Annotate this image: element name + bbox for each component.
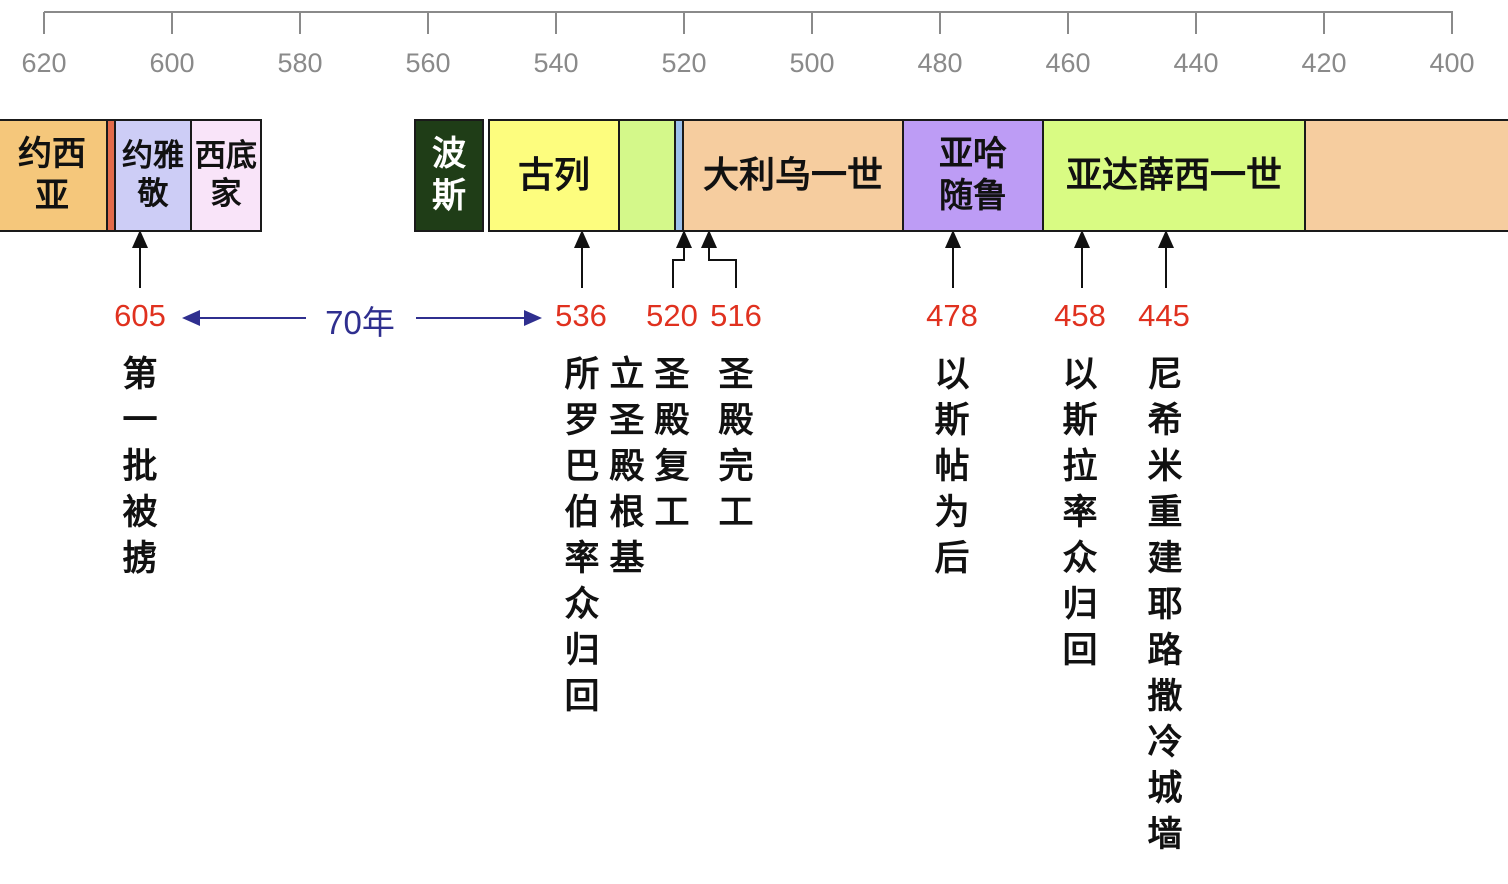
tick-label-580: 580 xyxy=(277,48,323,78)
arrow-520 xyxy=(672,230,692,288)
block-xerxes: 亚哈 随鲁 xyxy=(902,119,1044,232)
block-zedekiah: 西底家 xyxy=(190,119,262,232)
tick-label-480: 480 xyxy=(917,48,963,78)
year-445: 445 xyxy=(1138,298,1190,333)
block-green-gap xyxy=(618,119,676,232)
year-605: 605 xyxy=(114,298,166,333)
block-persia: 波斯 xyxy=(414,119,484,232)
event-nehemiah-wall: 尼希米重建耶路撒冷城墙 xyxy=(1147,355,1183,855)
block-jehoiakim: 约雅敬 xyxy=(114,119,192,232)
block-cyrus-label: 古列 xyxy=(517,154,590,196)
block-josiah-line-2: 亚 xyxy=(35,175,69,216)
block-xerxes-line-2: 随鲁 xyxy=(939,175,1007,216)
year-458: 458 xyxy=(1054,298,1106,333)
block-jehoiakim-line-1: 约雅 xyxy=(122,137,184,174)
tick-label-440: 440 xyxy=(1173,48,1219,78)
block-persia-line-2: 斯 xyxy=(432,175,466,216)
year-516: 516 xyxy=(710,298,762,333)
event-ezra-return: 以斯拉率众归回 xyxy=(1062,355,1098,671)
tick-label-400: 400 xyxy=(1429,48,1475,78)
tick-label-540: 540 xyxy=(533,48,579,78)
event-temple-work-resumed: 圣殿复工 xyxy=(654,355,690,533)
tick-label-420: 420 xyxy=(1301,48,1347,78)
event-first-exile: 第一批被掳 xyxy=(122,355,158,579)
timeline-diagram: 620 600 580 560 540 520 500 480 460 440 … xyxy=(0,0,1508,884)
event-zerubbabel-return: 所罗巴伯率众归回 xyxy=(564,355,600,717)
tick-label-500: 500 xyxy=(789,48,835,78)
block-zedekiah-line-2: 家 xyxy=(210,175,242,212)
tick-label-560: 560 xyxy=(405,48,451,78)
block-after xyxy=(1304,119,1508,232)
block-darius-label: 大利乌一世 xyxy=(702,154,883,196)
block-josiah: 约西亚 xyxy=(0,119,108,232)
tick-label-620: 620 xyxy=(21,48,67,78)
block-josiah-line-1: 约西 xyxy=(18,134,86,175)
event-esther-queen: 以斯帖为后 xyxy=(934,355,970,579)
tick-label-520: 520 xyxy=(661,48,707,78)
block-zedekiah-line-1: 西底 xyxy=(195,137,257,174)
tick-label-600: 600 xyxy=(149,48,195,78)
block-persia-line-1: 波 xyxy=(432,134,466,175)
block-artaxerxes: 亚达薛西一世 xyxy=(1042,119,1306,232)
block-darius: 大利乌一世 xyxy=(682,119,904,232)
arrow-516 xyxy=(701,230,737,288)
event-temple-completed: 圣殿完工 xyxy=(718,355,754,533)
event-temple-foundation: 立圣殿根基 xyxy=(609,355,645,579)
year-478: 478 xyxy=(926,298,978,333)
block-cyrus: 古列 xyxy=(488,119,620,232)
year-536: 536 xyxy=(555,298,607,333)
block-jehoiakim-line-2: 敬 xyxy=(137,175,169,212)
seventy-years-label: 70年 xyxy=(325,304,395,341)
tick-label-460: 460 xyxy=(1045,48,1091,78)
block-artaxerxes-label: 亚达薛西一世 xyxy=(1065,154,1282,196)
block-xerxes-line-1: 亚哈 xyxy=(939,134,1007,175)
